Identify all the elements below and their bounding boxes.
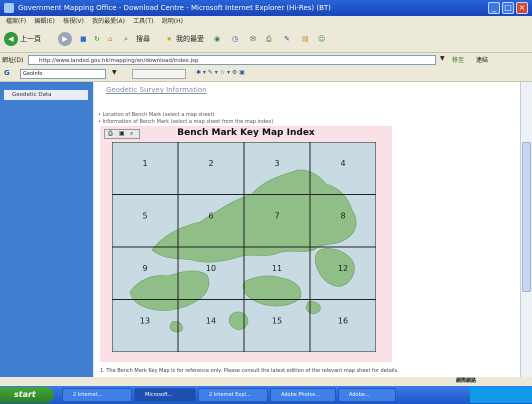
bullet-text[interactable]: Information of Bench Mark (select a map …	[103, 119, 274, 125]
map-title: Bench Mark Key Map Index	[177, 128, 315, 138]
menu-edit[interactable]: 編輯(E)	[34, 16, 54, 28]
sheet-number-label[interactable]: 11	[272, 264, 282, 273]
title-bar: Government Mapping Office - Download Cen…	[0, 0, 532, 16]
bullet-item[interactable]: • Information of Bench Mark (select a ma…	[98, 119, 273, 125]
google-options-icon[interactable]: ✱ ▾ ✎ ▾ ☆ ▾ ⚙ ▣	[196, 69, 245, 76]
address-input[interactable]: http://www.landsd.gov.hk/mapping/en/down…	[28, 55, 436, 65]
back-button-label[interactable]: 上一頁	[20, 32, 41, 46]
sheet-number-label[interactable]: 6	[208, 212, 213, 221]
google-dropdown-icon[interactable]: ▼	[112, 69, 117, 76]
print-icon[interactable]: ⎙	[266, 32, 272, 46]
page-title: Geodetic Survey Information	[106, 86, 207, 94]
address-label: 網址(D)	[2, 57, 24, 64]
links-button[interactable]: 連結	[476, 55, 488, 64]
map-caption: 1. The Bench Mark Key Map is for referen…	[100, 368, 399, 374]
sheet-number-label[interactable]: 12	[338, 264, 348, 273]
sheet-number-label[interactable]: 3	[274, 159, 279, 168]
taskbar-item[interactable]: 2 Internet...	[62, 388, 132, 402]
bullet-item[interactable]: • Location of Bench Mark (select a map s…	[98, 112, 214, 118]
search-button-label[interactable]: 搜尋	[136, 32, 150, 46]
map-panel: ⎙ ▣ ⌕ Bench Mark Key Map Index 123456789…	[100, 126, 392, 362]
sheet-number-label[interactable]: 10	[206, 264, 216, 273]
address-dropdown-icon[interactable]: ▼	[440, 55, 445, 62]
sheet-number-label[interactable]: 1	[142, 159, 147, 168]
favorites-star-icon[interactable]: ★	[166, 32, 172, 46]
menu-help[interactable]: 說明(H)	[162, 16, 183, 28]
bullet-text[interactable]: Location of Bench Mark (select a map she…	[103, 112, 215, 118]
sheet-number-label[interactable]: 15	[272, 317, 282, 326]
address-bar: 網址(D) http://www.landsd.gov.hk/mapping/e…	[0, 53, 532, 67]
minimize-button[interactable]: _	[488, 2, 500, 14]
google-logo-icon: G	[4, 69, 10, 77]
land-small-island	[169, 321, 183, 333]
refresh-icon[interactable]: ↻	[94, 32, 100, 46]
left-sidebar: Geodetic Data	[0, 82, 93, 377]
google-search-input[interactable]: GeoInfo	[20, 69, 106, 79]
maximize-button[interactable]: □	[502, 2, 514, 14]
system-tray	[470, 387, 532, 403]
menu-favorites[interactable]: 我的最愛(A)	[92, 16, 125, 28]
sheet-number-label[interactable]: 14	[206, 317, 216, 326]
standard-toolbar: ◀ 上一頁 ▶ ■ ↻ ⌂ ⌕ 搜尋 ★ 我的最愛 ◉ ◷ ✉ ⎙ ✎ ▤ ☺	[0, 28, 532, 53]
zone-label: 網際網路	[456, 378, 477, 384]
ie-logo-icon	[4, 3, 14, 13]
search-icon[interactable]: ⌕	[124, 32, 128, 46]
sheet-number-label[interactable]: 7	[274, 212, 279, 221]
sheet-number-label[interactable]: 16	[338, 317, 348, 326]
sheet-number-label[interactable]: 5	[142, 212, 147, 221]
sidebar-item-label: Geodetic Data	[12, 92, 52, 98]
forward-arrow-icon[interactable]: ▶	[58, 32, 72, 46]
history-icon[interactable]: ◷	[232, 32, 238, 46]
main-content: Geodetic Survey Information • Location o…	[94, 82, 520, 377]
sheet-number-label[interactable]: 9	[142, 264, 147, 273]
taskbar-item[interactable]: Microsoft...	[134, 388, 196, 402]
media-icon[interactable]: ◉	[214, 32, 220, 46]
sidebar-item-geodetic[interactable]: Geodetic Data	[4, 90, 88, 100]
status-bar: 網際網路	[0, 377, 532, 386]
favorites-button-label[interactable]: 我的最愛	[176, 32, 204, 46]
menu-view[interactable]: 檢視(V)	[63, 16, 84, 28]
sheet-number-label[interactable]: 4	[340, 159, 345, 168]
google-toolbar: G GeoInfo ▼ ✱ ▾ ✎ ▾ ☆ ▾ ⚙ ▣	[0, 67, 532, 82]
sheet-number-label[interactable]: 8	[340, 212, 345, 221]
menu-bar: 檔案(F) 編輯(E) 檢視(V) 我的最愛(A) 工具(T) 說明(H)	[0, 16, 532, 28]
vertical-scrollbar[interactable]	[520, 82, 532, 377]
start-button[interactable]: start	[0, 387, 54, 403]
stop-icon[interactable]: ■	[80, 32, 87, 46]
google-search-button[interactable]	[132, 69, 186, 79]
menu-file[interactable]: 檔案(F)	[6, 16, 26, 28]
sheet-number-label[interactable]: 13	[140, 317, 150, 326]
folder-icon[interactable]: ▤	[302, 32, 309, 46]
key-map[interactable]: 1 2 3 45 6 7 89 10 11 1213 14 15 16	[112, 142, 376, 352]
mail-icon[interactable]: ✉	[250, 32, 256, 46]
menu-tools[interactable]: 工具(T)	[133, 16, 153, 28]
back-arrow-icon[interactable]: ◀	[4, 32, 18, 46]
taskbar-item[interactable]: 2 Internet Expl...	[198, 388, 268, 402]
scrollbar-thumb[interactable]	[522, 142, 531, 292]
taskbar-item[interactable]: Adobe Photos...	[270, 388, 336, 402]
home-icon[interactable]: ⌂	[108, 32, 112, 46]
close-button[interactable]: ×	[516, 2, 528, 14]
sheet-number-label[interactable]: 2	[208, 159, 213, 168]
edit-icon[interactable]: ✎	[284, 32, 290, 46]
window-title: Government Mapping Office - Download Cen…	[18, 4, 331, 12]
taskbar-item[interactable]: Adobe...	[338, 388, 396, 402]
messenger-icon[interactable]: ☺	[318, 32, 325, 46]
taskbar: start 2 Internet... Microsoft... 2 Inter…	[0, 386, 532, 404]
go-button[interactable]: 移至	[452, 55, 464, 64]
